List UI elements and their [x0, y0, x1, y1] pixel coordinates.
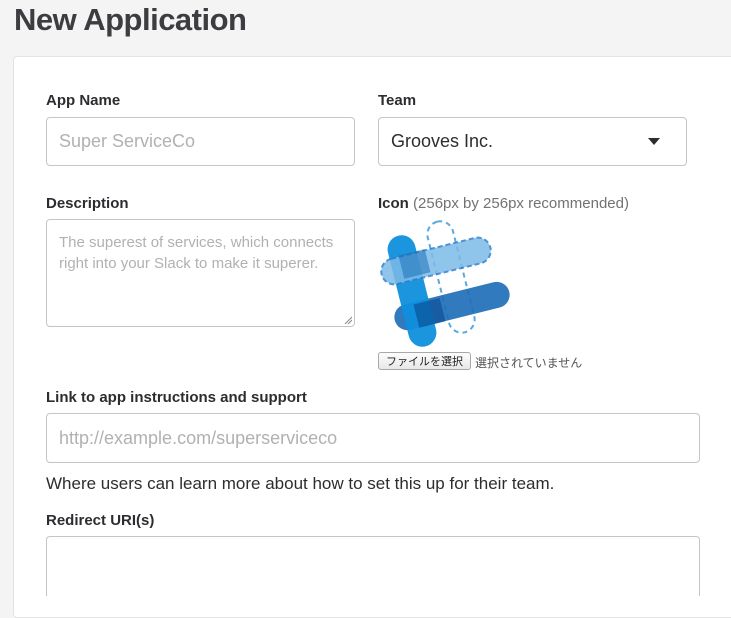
description-textarea[interactable]: The superest of services, which connects…: [46, 219, 355, 327]
description-placeholder: The superest of services, which connects…: [59, 234, 334, 272]
app-icon-preview: [376, 218, 511, 350]
team-selected-value: Grooves Inc.: [391, 131, 494, 151]
app-name-label: App Name: [46, 92, 121, 109]
description-label: Description: [46, 195, 129, 212]
icon-label-text: Icon: [378, 195, 409, 212]
team-label: Team: [378, 92, 417, 109]
app-name-placeholder: Super ServiceCo: [59, 131, 196, 151]
icon-label: Icon (256px by 256px recommended): [378, 195, 629, 212]
team-select[interactable]: Grooves Inc.: [378, 117, 687, 166]
icon-size-hint: (256px by 256px recommended): [413, 195, 629, 212]
choose-file-button[interactable]: ファイルを選択: [378, 352, 471, 370]
app-name-input[interactable]: Super ServiceCo: [46, 117, 355, 166]
redirect-uri-input[interactable]: [46, 536, 700, 596]
link-input[interactable]: http://example.com/superserviceco: [46, 413, 700, 463]
resize-grip-icon[interactable]: [344, 316, 352, 324]
page-title: New Application: [14, 2, 247, 37]
redirect-uri-label: Redirect URI(s): [46, 512, 155, 529]
slack-hash-icon: [380, 220, 510, 347]
file-status-text: 選択されていません: [475, 356, 583, 370]
caret-down-icon: [648, 138, 660, 145]
link-helper-text: Where users can learn more about how to …: [46, 474, 555, 493]
link-placeholder: http://example.com/superserviceco: [59, 427, 338, 448]
link-label: Link to app instructions and support: [46, 389, 307, 406]
